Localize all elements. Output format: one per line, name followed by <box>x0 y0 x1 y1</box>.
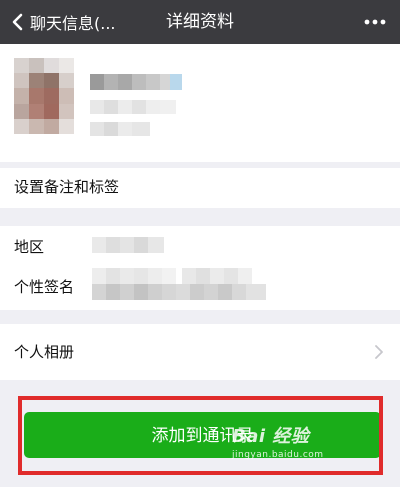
navigation-bar: 聊天信息(... 详细资料 <box>0 0 400 44</box>
back-label: 聊天信息(... <box>30 14 116 33</box>
more-dots-icon[interactable] <box>364 14 386 30</box>
region-value-blurred <box>92 237 164 253</box>
name-blurred <box>90 74 182 90</box>
remark-label: 设置备注和标签 <box>14 178 120 196</box>
profile-header <box>0 44 400 162</box>
signature-label: 个性签名 <box>14 278 75 296</box>
cell-personal-album[interactable]: 个人相册 <box>0 324 400 380</box>
cell-remark-tags[interactable]: 设置备注和标签 <box>0 168 400 208</box>
album-label: 个人相册 <box>14 343 75 361</box>
avatar[interactable] <box>14 58 74 134</box>
region-label: 地区 <box>14 238 45 256</box>
info-group: 地区 个性签名 <box>0 226 400 310</box>
chevron-right-icon <box>375 345 383 359</box>
nickname-blurred <box>90 122 150 136</box>
back-button[interactable]: 聊天信息(... <box>8 0 116 44</box>
add-to-contacts-button[interactable]: 添加到通讯录 <box>24 412 381 458</box>
section-gap <box>0 208 400 226</box>
signature-value-blurred <box>92 268 266 300</box>
section-gap <box>0 310 400 324</box>
chevron-left-icon <box>12 13 23 31</box>
id-blurred <box>90 100 176 114</box>
